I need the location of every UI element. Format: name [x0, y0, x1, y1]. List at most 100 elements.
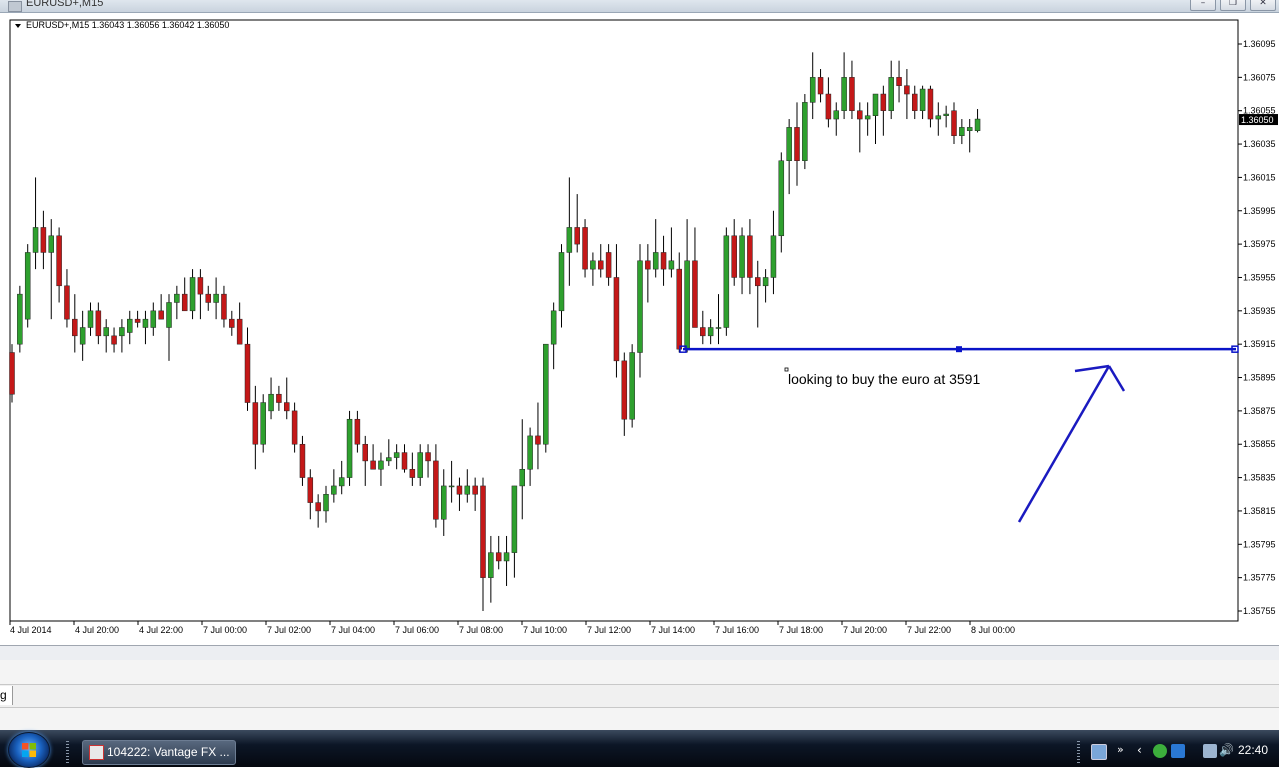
bull-candle	[715, 327, 722, 329]
price-tick-label: 1.35915	[1243, 339, 1276, 349]
monitor-icon[interactable]	[1091, 744, 1107, 760]
bear-candle	[574, 227, 580, 245]
bull-candle	[739, 235, 745, 278]
bear-candle	[307, 477, 314, 503]
shield-icon[interactable]	[1153, 744, 1167, 758]
bull-candle	[213, 293, 219, 303]
price-chart[interactable]: EURUSD+,M15 1.36043 1.36056 1.36042 1.36…	[0, 13, 1279, 645]
bull-candle	[778, 160, 785, 237]
bear-candle	[692, 260, 698, 328]
bear-candle	[95, 310, 102, 337]
bear-candle	[825, 93, 832, 120]
bear-candle	[236, 318, 243, 345]
bull-candle	[386, 457, 392, 462]
bear-candle	[660, 252, 667, 270]
bear-candle	[362, 443, 368, 462]
bull-candle	[543, 343, 549, 445]
chart-window-icon	[8, 1, 22, 12]
tray-grip[interactable]	[1077, 741, 1080, 763]
taskbar-clock[interactable]: 22:40	[1238, 743, 1268, 757]
bull-candle	[417, 452, 423, 478]
bear-candle	[244, 343, 251, 403]
taskbar-grip[interactable]	[66, 741, 69, 763]
bear-candle	[134, 318, 141, 323]
bull-candle	[833, 110, 839, 120]
tab-journal[interactable]: g	[0, 686, 13, 705]
bear-candle	[700, 327, 706, 337]
time-tick-label: 4 Jul 20:00	[75, 625, 119, 635]
bull-candle	[346, 418, 353, 478]
price-tick-label: 1.35855	[1243, 439, 1276, 449]
bull-candle	[809, 77, 816, 103]
bull-candle	[378, 460, 384, 470]
time-tick-label: 7 Jul 12:00	[587, 625, 631, 635]
bear-candle	[731, 235, 737, 278]
bull-candle	[762, 277, 769, 287]
bull-candle	[464, 485, 471, 495]
start-button[interactable]	[8, 732, 50, 768]
bear-candle	[676, 268, 682, 350]
terminal-panel: g	[0, 660, 1279, 730]
price-tick-label: 1.35815	[1243, 506, 1276, 516]
bear-candle	[9, 352, 15, 395]
network-icon[interactable]	[1171, 744, 1185, 758]
bull-candle	[142, 318, 149, 328]
bull-candle	[511, 485, 518, 553]
restore-button[interactable]: ❐	[1220, 0, 1246, 11]
bull-candle	[935, 115, 942, 120]
time-tick-label: 4 Jul 2014	[10, 625, 52, 635]
bull-candle	[103, 327, 109, 337]
bull-candle	[707, 327, 714, 337]
bull-candle	[119, 327, 125, 337]
bear-candle	[158, 310, 164, 320]
bear-candle	[276, 393, 282, 403]
bull-candle	[441, 485, 447, 520]
bull-candle	[32, 227, 39, 253]
price-tick-label: 1.35835	[1243, 473, 1276, 483]
bull-candle	[48, 235, 54, 253]
printer-icon[interactable]	[1203, 744, 1217, 758]
bull-candle	[684, 260, 690, 350]
volume-icon[interactable]: 🔊	[1219, 744, 1234, 758]
time-tick-label: 7 Jul 16:00	[715, 625, 759, 635]
show-more-icon[interactable]: »	[1117, 744, 1131, 758]
bear-candle	[409, 469, 416, 478]
minimize-button[interactable]: –	[1190, 0, 1216, 11]
taskbar-button-terminal[interactable]: 104222: Vantage FX ...	[82, 740, 236, 765]
bull-candle	[723, 235, 730, 328]
bear-candle	[425, 452, 431, 462]
price-tick-label: 1.35935	[1243, 306, 1276, 316]
bull-candle	[338, 477, 345, 487]
bull-candle	[966, 127, 973, 131]
bear-candle	[849, 77, 855, 111]
bear-candle	[535, 435, 541, 445]
close-button[interactable]: ✕	[1250, 0, 1276, 11]
taskbar: 104222: Vantage FX ... » ‹ 🔊 22:40	[0, 730, 1279, 768]
window-title: EURUSD+,M15	[26, 0, 104, 9]
bear-candle	[252, 402, 259, 445]
bear-candle	[582, 227, 588, 270]
bull-candle	[919, 88, 926, 111]
taskbar-button-label: 104222: Vantage FX ...	[107, 745, 230, 759]
bear-candle	[370, 460, 376, 470]
bear-candle	[645, 260, 651, 270]
price-tick-label: 1.35995	[1243, 206, 1276, 216]
bull-candle	[872, 93, 879, 116]
bear-candle	[299, 443, 306, 478]
bear-candle	[181, 293, 188, 312]
windows-logo-icon	[22, 743, 36, 757]
chart-header: EURUSD+,M15 1.36043 1.36056 1.36042 1.36…	[26, 20, 229, 30]
bear-candle	[621, 360, 628, 420]
bull-candle	[652, 252, 659, 270]
bull-candle	[331, 485, 337, 495]
chart-scroll-bar[interactable]	[0, 645, 1279, 661]
bear-candle	[896, 77, 902, 86]
terminal-app-icon	[89, 745, 104, 760]
annotation-text[interactable]: looking to buy the euro at 3591	[788, 371, 980, 387]
line-handle-middle[interactable]	[956, 346, 962, 353]
bear-candle	[401, 452, 408, 470]
bull-candle	[590, 260, 596, 270]
chevron-left-icon[interactable]: ‹	[1137, 744, 1151, 758]
price-tick-label: 1.36015	[1243, 172, 1276, 182]
bear-candle	[857, 110, 863, 120]
